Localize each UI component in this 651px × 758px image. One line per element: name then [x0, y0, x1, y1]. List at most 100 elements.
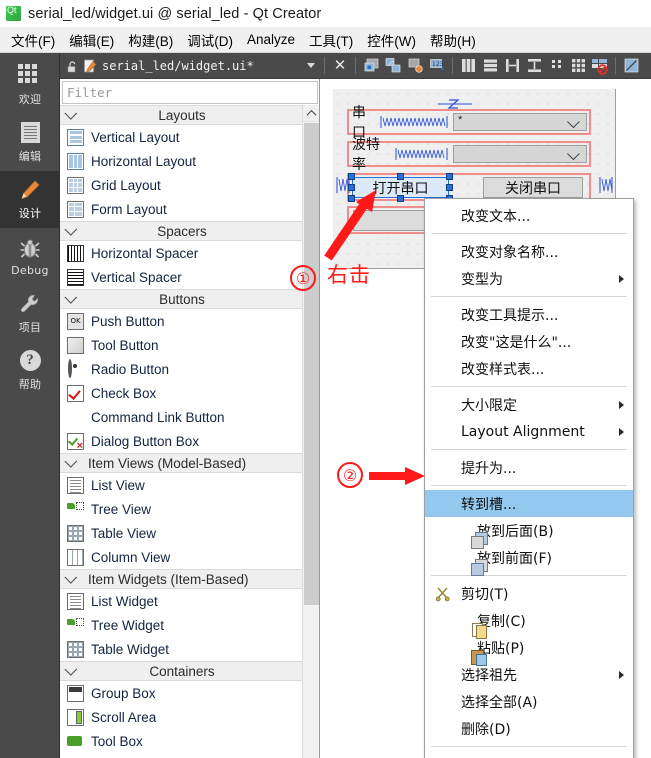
- menu-analyze[interactable]: Analyze: [240, 30, 302, 49]
- widget-item-form-layout[interactable]: Form Layout: [60, 197, 302, 221]
- menu-item-layout-alignment[interactable]: Layout Alignment: [425, 418, 633, 445]
- edit-signals-slots-icon[interactable]: [382, 55, 404, 77]
- widget-item-list-view[interactable]: List View: [60, 473, 302, 497]
- label-cell[interactable]: 波特率: [349, 137, 449, 173]
- form-row-baud-rate[interactable]: 波特率: [347, 137, 591, 173]
- menu-item-copy[interactable]: 复制(C): [425, 607, 633, 639]
- menu-item-change-stylesheet[interactable]: 改变样式表...: [425, 355, 633, 382]
- widget-item-grid-layout[interactable]: Grid Layout: [60, 173, 302, 197]
- filter-input[interactable]: Filter: [62, 81, 318, 104]
- widget-category-item-widgets[interactable]: Item Widgets (Item-Based): [60, 569, 302, 589]
- widget-category-item-views[interactable]: Item Views (Model-Based): [60, 453, 302, 473]
- layout-vertically-icon[interactable]: [479, 55, 501, 77]
- edit-buddies-icon[interactable]: [404, 55, 426, 77]
- widget-item-table-view[interactable]: Table View: [60, 521, 302, 545]
- widget-box-scrollbar[interactable]: [302, 105, 319, 758]
- menu-debug[interactable]: 调试(D): [180, 28, 240, 52]
- menu-item-morph-into[interactable]: 变型为: [425, 265, 633, 292]
- widget-item-radio-button[interactable]: Radio Button: [60, 357, 302, 381]
- menu-item-bring-to-front[interactable]: 放到前面(F): [425, 544, 633, 576]
- menu-item-paste[interactable]: 粘贴(P): [425, 634, 633, 666]
- menu-item-change-whats-this[interactable]: 改变"这是什么"...: [425, 328, 633, 355]
- widget-item-tree-widget[interactable]: Tree Widget: [60, 613, 302, 637]
- widget-item-horizontal-spacer[interactable]: Horizontal Spacer: [60, 241, 302, 265]
- close-x-icon[interactable]: ✕: [329, 55, 351, 77]
- form-button-label: 关闭串口: [505, 180, 561, 197]
- widget-item-scroll-area[interactable]: Scroll Area: [60, 705, 302, 729]
- widget-category-layouts[interactable]: Layouts: [60, 105, 302, 125]
- menu-item-change-tooltip[interactable]: 改变工具提示...: [425, 301, 633, 328]
- menu-edit[interactable]: 编辑(E): [62, 28, 121, 52]
- sidebar-item-projects[interactable]: 项目: [0, 285, 60, 342]
- menu-item-promote-to[interactable]: 提升为...: [425, 454, 633, 481]
- widget-item-tool-button[interactable]: Tool Button: [60, 333, 302, 357]
- widget-category-spacers[interactable]: Spacers: [60, 221, 302, 241]
- widget-item-check-box[interactable]: Check Box: [60, 381, 302, 405]
- menu-widgets[interactable]: 控件(W): [360, 28, 423, 52]
- break-layout-icon[interactable]: [589, 55, 611, 77]
- category-label: Buttons: [159, 291, 205, 307]
- form-button-close-serial-port[interactable]: 关闭串口: [483, 177, 583, 198]
- widget-item-label: Tree View: [91, 501, 152, 517]
- adjust-size-icon[interactable]: [620, 55, 642, 77]
- combo-serial-port[interactable]: *: [453, 113, 587, 131]
- sidebar-item-design[interactable]: 设计: [0, 171, 60, 228]
- widget-item-push-button[interactable]: OK Push Button: [60, 309, 302, 333]
- menu-build[interactable]: 构建(B): [121, 28, 180, 52]
- label-cell[interactable]: 串口: [349, 105, 449, 141]
- layout-form-icon[interactable]: [545, 55, 567, 77]
- menu-item-select-ancestor[interactable]: 选择祖先: [425, 661, 633, 688]
- widget-category-buttons[interactable]: Buttons: [60, 289, 302, 309]
- menu-item-layout[interactable]: 布局: [425, 751, 633, 758]
- file-path-group[interactable]: serial_led/widget.ui*: [60, 59, 320, 73]
- selection-handle[interactable]: [446, 184, 453, 191]
- selection-handle[interactable]: [446, 173, 453, 180]
- widget-item-vertical-spacer[interactable]: Vertical Spacer: [60, 265, 302, 289]
- selection-handle[interactable]: [397, 195, 404, 202]
- widget-category-containers[interactable]: Containers: [60, 661, 302, 681]
- combo-baud-rate[interactable]: [453, 145, 587, 163]
- widget-item-table-widget[interactable]: Table Widget: [60, 637, 302, 661]
- edit-widgets-icon[interactable]: [360, 55, 382, 77]
- scrollbar-thumb[interactable]: [304, 123, 319, 605]
- widget-item-tool-box[interactable]: Tool Box: [60, 729, 302, 753]
- layout-horizontally-icon[interactable]: [457, 55, 479, 77]
- scroll-up-arrow-icon[interactable]: [303, 105, 319, 122]
- selection-handle[interactable]: [348, 195, 355, 202]
- sidebar-item-edit[interactable]: 编辑: [0, 114, 60, 171]
- sidebar-item-help[interactable]: ? 帮助: [0, 342, 60, 399]
- widget-item-column-view[interactable]: Column View: [60, 545, 302, 569]
- selection-handle[interactable]: [397, 173, 404, 180]
- widget-item-horizontal-layout[interactable]: Horizontal Layout: [60, 149, 302, 173]
- menu-item-select-all[interactable]: 选择全部(A): [425, 688, 633, 715]
- selection-handle[interactable]: [348, 173, 355, 180]
- context-menu[interactable]: 改变文本... 改变对象名称... 变型为 改变工具提示... 改变"这是什么"…: [424, 198, 634, 758]
- layout-horizontally-splitter-icon[interactable]: [501, 55, 523, 77]
- menu-file[interactable]: 文件(F): [4, 28, 62, 52]
- menu-item-change-text[interactable]: 改变文本...: [425, 202, 633, 229]
- unlocked-padlock-icon[interactable]: [66, 60, 78, 72]
- widget-item-vertical-layout[interactable]: Vertical Layout: [60, 125, 302, 149]
- widget-item-list-widget[interactable]: List Widget: [60, 589, 302, 613]
- menu-tools[interactable]: 工具(T): [302, 28, 360, 52]
- menu-item-go-to-slot[interactable]: 转到槽...: [425, 490, 633, 517]
- menu-item-cut[interactable]: 剪切(T): [425, 580, 633, 607]
- chevron-down-icon[interactable]: [307, 63, 315, 68]
- edit-tab-order-icon[interactable]: 123: [426, 55, 448, 77]
- sidebar-item-debug[interactable]: Debug: [0, 228, 60, 285]
- menu-help[interactable]: 帮助(H): [423, 28, 483, 52]
- widget-item-group-box[interactable]: Group Box: [60, 681, 302, 705]
- layout-vertically-splitter-icon[interactable]: [523, 55, 545, 77]
- menu-item-size-constraints[interactable]: 大小限定: [425, 391, 633, 418]
- selection-handle[interactable]: [348, 184, 355, 191]
- menu-item-delete[interactable]: 删除(D): [425, 715, 633, 742]
- form-row-serial-port[interactable]: 串口 *: [347, 105, 591, 141]
- widget-item-tree-view[interactable]: Tree View: [60, 497, 302, 521]
- widget-item-dialog-button-box[interactable]: Dialog Button Box: [60, 429, 302, 453]
- toolbar-separator: [452, 57, 453, 74]
- layout-grid-icon[interactable]: [567, 55, 589, 77]
- widget-item-command-link-button[interactable]: Command Link Button: [60, 405, 302, 429]
- menu-item-send-to-back[interactable]: 放到后面(B): [425, 517, 633, 549]
- sidebar-item-welcome[interactable]: 欢迎: [0, 57, 60, 114]
- menu-item-change-object-name[interactable]: 改变对象名称...: [425, 238, 633, 265]
